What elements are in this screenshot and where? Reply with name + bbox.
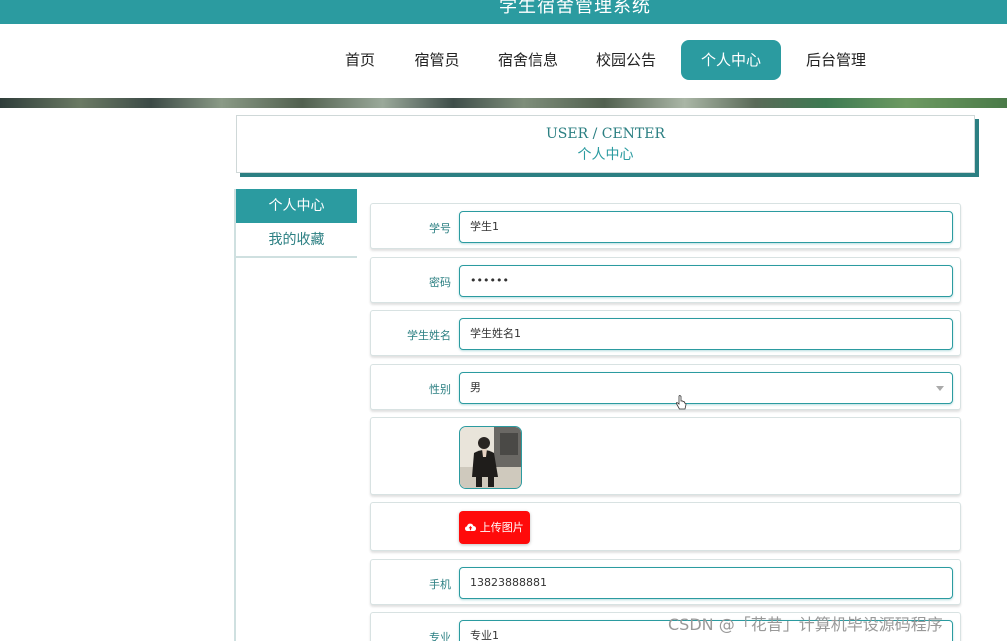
nav-dorm-info[interactable]: 宿舍信息 [486, 40, 570, 80]
gender-select-value: 男 [470, 381, 481, 394]
form-row-phone: 手机 13823888881 [370, 559, 961, 605]
chevron-down-icon [936, 386, 944, 391]
form-row-password: 密码 •••••• [370, 257, 961, 303]
avatar[interactable] [459, 426, 522, 489]
gender-select[interactable]: 男 [459, 372, 953, 404]
nav-personal-center[interactable]: 个人中心 [681, 40, 781, 80]
top-bar: 学生宿舍管理系统 [0, 0, 1007, 24]
phone-label: 手机 [429, 578, 451, 591]
main-nav: 首页 宿管员 宿舍信息 校园公告 个人中心 后台管理 [0, 24, 1007, 98]
upload-image-button[interactable]: 上传图片 [459, 511, 530, 544]
student-id-label: 学号 [429, 222, 451, 235]
mouse-cursor-icon [675, 395, 687, 415]
gender-label: 性别 [429, 383, 451, 396]
nav-dorm-managers[interactable]: 宿管员 [404, 40, 470, 80]
phone-input[interactable]: 13823888881 [459, 567, 953, 599]
banner-image [0, 98, 1007, 108]
upload-button-label: 上传图片 [479, 521, 524, 534]
site-title: 学生宿舍管理系统 [499, 0, 651, 17]
cloud-upload-icon [465, 523, 477, 531]
sidebar-item-personal-center[interactable]: 个人中心 [236, 189, 357, 224]
form-row-student-id: 学号 学生1 [370, 203, 961, 249]
form-row-upload: 上传图片 [370, 502, 961, 551]
major-label: 专业 [429, 631, 451, 641]
name-input[interactable]: 学生姓名1 [459, 318, 953, 350]
password-label: 密码 [429, 276, 451, 289]
watermark: CSDN @「花昔」计算机毕设源码程序 [668, 615, 943, 634]
form-row-name: 学生姓名 学生姓名1 [370, 310, 961, 356]
form-row-avatar [370, 417, 961, 495]
form-row-gender: 性别 男 [370, 364, 961, 410]
nav-home[interactable]: 首页 [330, 40, 390, 80]
password-input[interactable]: •••••• [459, 265, 953, 297]
nav-campus-notices[interactable]: 校园公告 [584, 40, 668, 80]
page-header: USER / CENTER 个人中心 [236, 115, 975, 173]
page-title-en: USER / CENTER [545, 126, 666, 142]
student-id-input[interactable]: 学生1 [459, 211, 953, 243]
sidebar-item-favorites[interactable]: 我的收藏 [236, 223, 357, 258]
name-label: 学生姓名 [407, 329, 451, 342]
page-title: 个人中心 [577, 147, 634, 163]
nav-admin[interactable]: 后台管理 [794, 40, 878, 80]
